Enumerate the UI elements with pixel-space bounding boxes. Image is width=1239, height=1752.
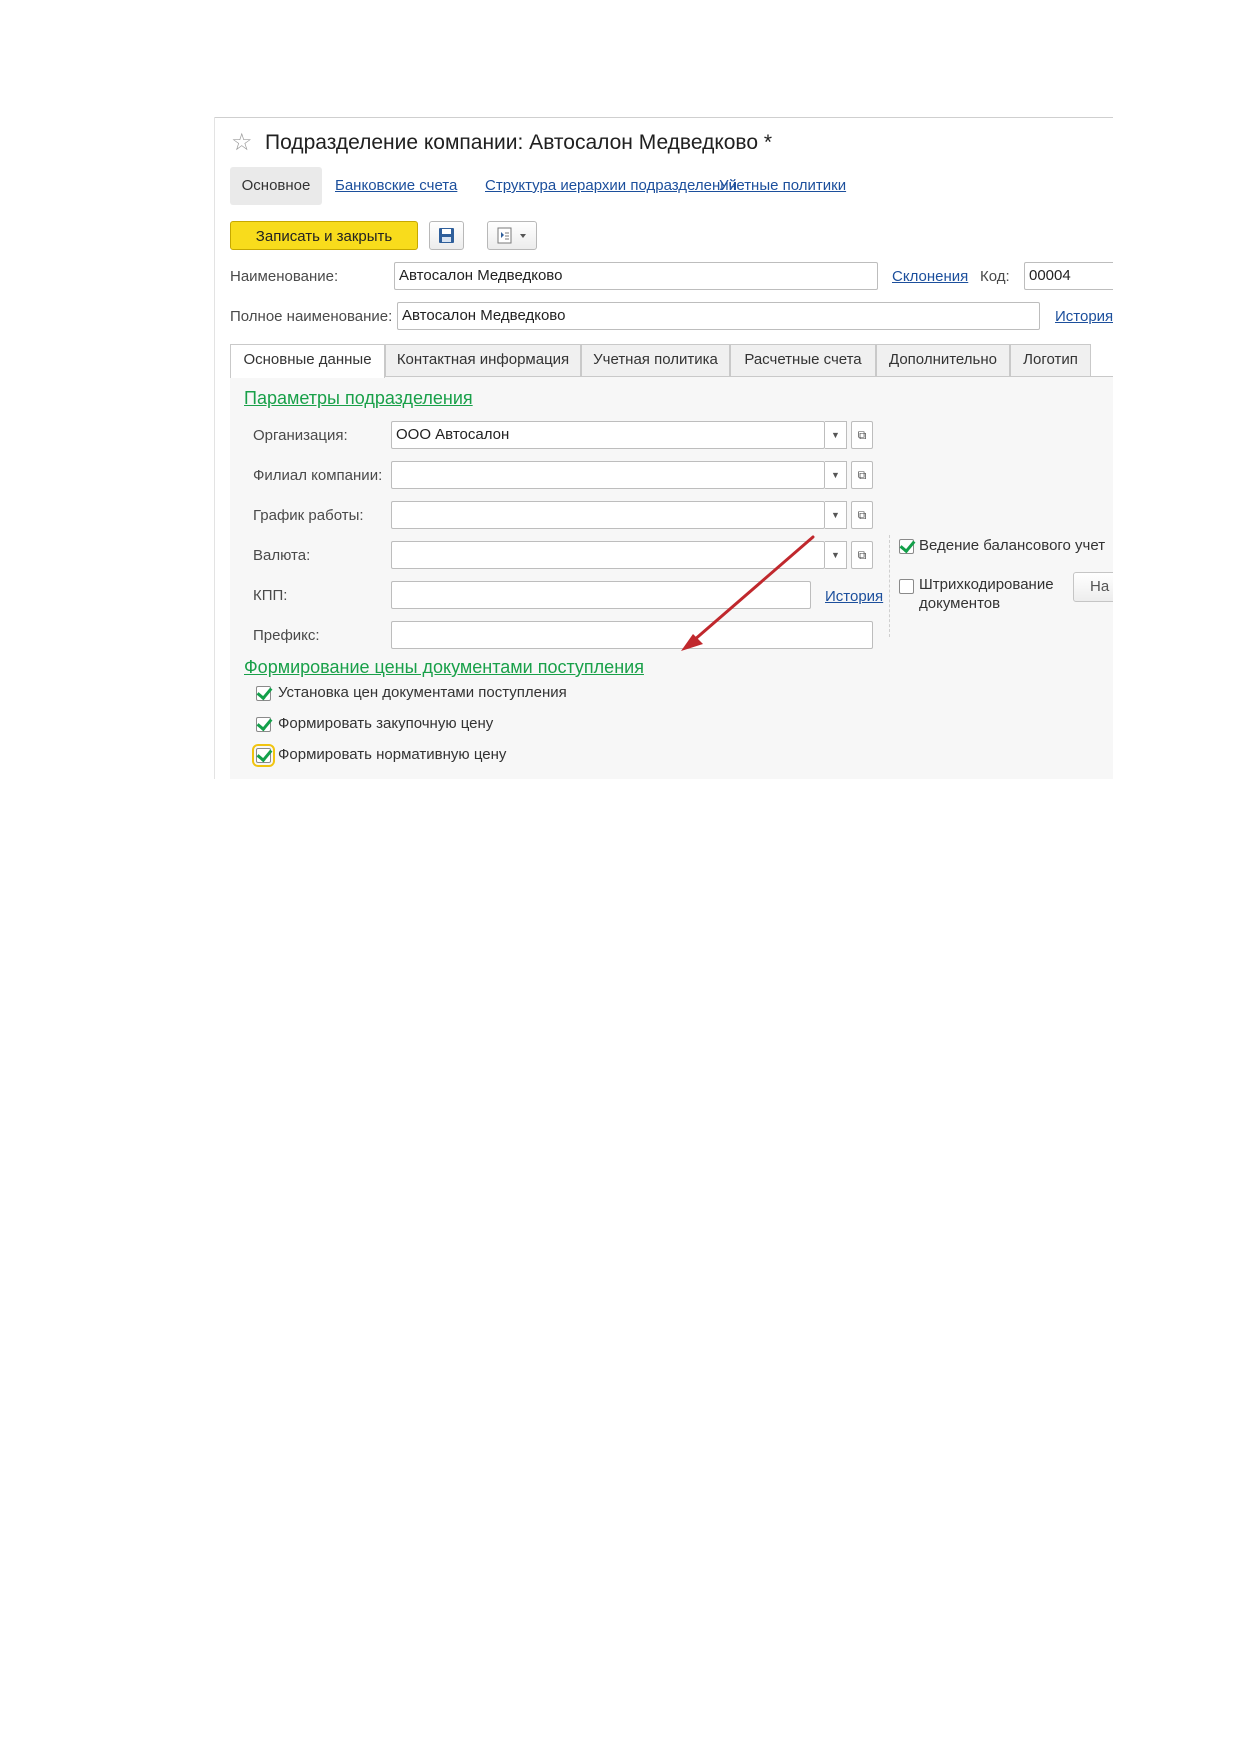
barcode-label-line1: Штрихкодирование bbox=[919, 576, 1054, 593]
full-name-field[interactable]: Автосалон Медведково bbox=[397, 302, 1040, 330]
barcode-settings-button[interactable]: На bbox=[1073, 572, 1113, 602]
tab-contact-info[interactable]: Контактная информация bbox=[385, 344, 581, 376]
pricing-label-2: Формировать закупочную цену bbox=[278, 715, 494, 732]
branch-field[interactable] bbox=[391, 461, 825, 489]
kpp-field[interactable] bbox=[391, 581, 811, 609]
window-title: Подразделение компании: Автосалон Медвед… bbox=[265, 131, 773, 154]
tab-settlement-accounts[interactable]: Расчетные счета bbox=[730, 344, 876, 376]
save-and-close-button[interactable]: Записать и закрыть bbox=[230, 221, 418, 250]
floppy-disk-icon bbox=[439, 228, 454, 243]
nav-hierarchy[interactable]: Структура иерархии подразделений bbox=[485, 167, 737, 205]
schedule-open-button[interactable]: ⧉ bbox=[851, 501, 873, 529]
kpp-label: КПП: bbox=[253, 587, 288, 604]
form-window: ☆ Подразделение компании: Автосалон Медв… bbox=[214, 117, 1113, 779]
window-top-border bbox=[215, 117, 1113, 118]
org-open-button[interactable]: ⧉ bbox=[851, 421, 873, 449]
balance-accounting-checkbox[interactable] bbox=[899, 539, 914, 554]
currency-field[interactable] bbox=[391, 541, 825, 569]
tab-accounting-policy[interactable]: Учетная политика bbox=[581, 344, 730, 376]
tab-main-data[interactable]: Основные данные bbox=[230, 344, 385, 378]
nav-main[interactable]: Основное bbox=[230, 167, 322, 205]
org-label: Организация: bbox=[253, 427, 348, 444]
pricing-checkbox-2[interactable] bbox=[256, 717, 271, 732]
tab-additional[interactable]: Дополнительно bbox=[876, 344, 1010, 376]
org-field[interactable]: ООО Автосалон bbox=[391, 421, 825, 449]
nav-bank-accounts[interactable]: Банковские счета bbox=[335, 167, 457, 205]
name-field[interactable]: Автосалон Медведково bbox=[394, 262, 878, 290]
open-window-icon: ⧉ bbox=[857, 468, 867, 482]
open-window-icon: ⧉ bbox=[857, 508, 867, 522]
group-title-params[interactable]: Параметры подразделения bbox=[244, 387, 473, 409]
open-window-icon: ⧉ bbox=[857, 548, 867, 562]
column-separator bbox=[889, 535, 890, 637]
barcode-checkbox[interactable] bbox=[899, 579, 914, 594]
balance-accounting-label: Ведение балансового учет bbox=[919, 537, 1106, 554]
full-name-label: Полное наименование: bbox=[230, 308, 393, 325]
declensions-link[interactable]: Склонения bbox=[892, 267, 968, 287]
org-dropdown-button[interactable]: ▼ bbox=[825, 421, 847, 449]
code-label: Код: bbox=[980, 268, 1010, 285]
code-field[interactable]: 00004 bbox=[1024, 262, 1113, 290]
tab-logo[interactable]: Логотип bbox=[1010, 344, 1091, 376]
branch-dropdown-button[interactable]: ▼ bbox=[825, 461, 847, 489]
group-title-pricing[interactable]: Формирование цены документами поступлени… bbox=[244, 656, 644, 678]
barcode-label-line2: документов bbox=[919, 595, 1001, 612]
star-icon[interactable]: ☆ bbox=[231, 129, 253, 157]
more-actions-button[interactable] bbox=[487, 221, 537, 250]
prefix-field[interactable] bbox=[391, 621, 873, 649]
pricing-label-3: Формировать нормативную цену bbox=[278, 746, 507, 763]
full-name-history-link[interactable]: История bbox=[1055, 307, 1113, 327]
branch-label: Филиал компании: bbox=[253, 467, 383, 484]
kpp-history-link[interactable]: История bbox=[825, 587, 883, 607]
branch-open-button[interactable]: ⧉ bbox=[851, 461, 873, 489]
schedule-dropdown-button[interactable]: ▼ bbox=[825, 501, 847, 529]
pricing-checkbox-3[interactable] bbox=[252, 744, 275, 767]
schedule-field[interactable] bbox=[391, 501, 825, 529]
currency-label: Валюта: bbox=[253, 547, 311, 564]
pricing-label-1: Установка цен документами поступления bbox=[278, 684, 567, 701]
document-menu-icon bbox=[497, 227, 526, 244]
save-button[interactable] bbox=[429, 221, 464, 250]
nav-accounting-policies[interactable]: Учетные политики bbox=[719, 167, 846, 205]
pricing-checkbox-1[interactable] bbox=[256, 686, 271, 701]
name-label: Наименование: bbox=[230, 268, 339, 285]
schedule-label: График работы: bbox=[253, 507, 364, 524]
prefix-label: Префикс: bbox=[253, 627, 320, 644]
open-window-icon: ⧉ bbox=[857, 428, 867, 442]
currency-open-button[interactable]: ⧉ bbox=[851, 541, 873, 569]
currency-dropdown-button[interactable]: ▼ bbox=[825, 541, 847, 569]
